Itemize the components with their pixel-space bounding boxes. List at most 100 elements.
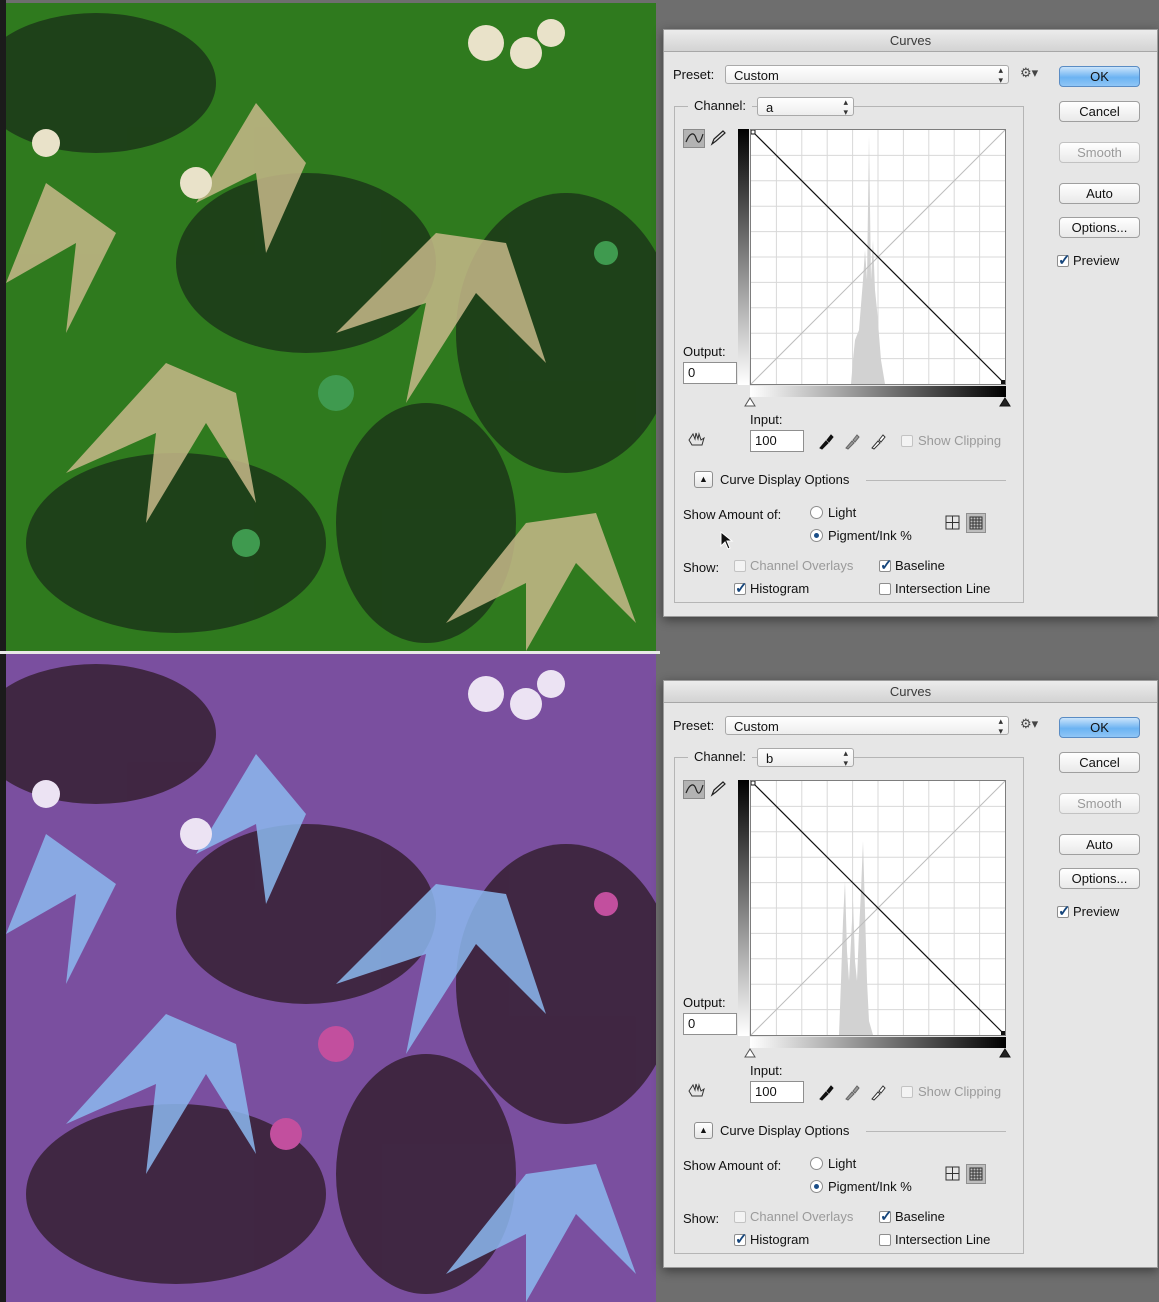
- histogram: [839, 841, 873, 1035]
- baseline-label: Baseline: [895, 1209, 945, 1224]
- preview-checkbox[interactable]: ✓: [1057, 903, 1071, 920]
- histogram-checkbox[interactable]: ✓: [734, 580, 748, 597]
- pencil-icon[interactable]: [708, 780, 730, 799]
- pigment-radio[interactable]: [810, 1180, 823, 1193]
- auto-button[interactable]: Auto: [1059, 183, 1140, 204]
- black-eyedropper-icon[interactable]: [817, 432, 835, 450]
- detailed-grid-icon[interactable]: [966, 1164, 986, 1184]
- white-point-slider[interactable]: [999, 397, 1011, 407]
- cancel-button[interactable]: Cancel: [1059, 101, 1140, 122]
- input-field[interactable]: 100: [750, 430, 804, 452]
- curves-dialog-top: Curves Preset: Custom ▴ ▾ ⚙▾ OK Cancel Sm…: [663, 29, 1158, 617]
- gear-icon[interactable]: ⚙▾: [1020, 716, 1038, 732]
- image-preview-bottom: [6, 654, 656, 1302]
- input-label: Input:: [750, 412, 783, 427]
- show-amount-label: Show Amount of:: [683, 1158, 782, 1173]
- light-label: Light: [828, 505, 857, 520]
- output-field[interactable]: 0: [683, 1013, 737, 1035]
- curve-tool-icon[interactable]: [683, 129, 705, 148]
- light-label: Light: [828, 1156, 857, 1171]
- preview-checkbox[interactable]: ✓: [1057, 252, 1071, 269]
- preset-label: Preset:: [673, 67, 715, 82]
- hand-target-icon[interactable]: [686, 430, 708, 448]
- channel-value: a: [766, 100, 774, 115]
- curve-display-options-label: Curve Display Options: [720, 1123, 850, 1138]
- channel-select[interactable]: b ▴ ▾: [757, 748, 854, 768]
- white-eyedropper-icon[interactable]: [869, 1083, 887, 1101]
- show-clipping-checkbox[interactable]: [901, 1086, 913, 1098]
- auto-button[interactable]: Auto: [1059, 834, 1140, 855]
- checkmark-icon: ✓: [880, 1208, 893, 1225]
- input-field[interactable]: 100: [750, 1081, 804, 1103]
- gray-eyedropper-icon[interactable]: [843, 432, 861, 450]
- gear-icon[interactable]: ⚙▾: [1020, 65, 1038, 81]
- curve-point[interactable]: [750, 780, 756, 786]
- show-clipping-label: Show Clipping: [918, 1084, 1002, 1099]
- light-radio[interactable]: [810, 506, 823, 519]
- black-point-slider[interactable]: [744, 1048, 756, 1058]
- input-gradient-bar: [750, 1037, 1006, 1048]
- channel-overlays-checkbox[interactable]: [734, 1211, 746, 1223]
- pigment-label: Pigment/Ink %: [828, 528, 912, 543]
- show-amount-label: Show Amount of:: [683, 507, 782, 522]
- curve-graph[interactable]: [750, 129, 1006, 385]
- histogram-label: Histogram: [750, 1232, 810, 1247]
- light-radio[interactable]: [810, 1157, 823, 1170]
- curve-point[interactable]: [1001, 380, 1005, 384]
- input-label: Input:: [750, 1063, 783, 1078]
- disclosure-triangle-icon[interactable]: ▲: [694, 471, 713, 488]
- checkmark-icon: ✓: [880, 557, 893, 574]
- black-point-slider[interactable]: [744, 397, 756, 407]
- checkmark-icon: ✓: [1058, 252, 1071, 269]
- channel-label: Channel:: [688, 98, 753, 113]
- white-eyedropper-icon[interactable]: [869, 432, 887, 450]
- output-gradient-bar: [738, 129, 749, 385]
- output-label: Output:: [683, 995, 726, 1010]
- cancel-button[interactable]: Cancel: [1059, 752, 1140, 773]
- simple-grid-icon[interactable]: [943, 1164, 963, 1184]
- baseline-checkbox[interactable]: ✓: [879, 1208, 893, 1225]
- ok-button[interactable]: OK: [1059, 66, 1140, 87]
- intersection-line-label: Intersection Line: [895, 581, 991, 596]
- preset-select[interactable]: Custom ▴ ▾: [725, 716, 1009, 736]
- gray-eyedropper-icon[interactable]: [843, 1083, 861, 1101]
- black-eyedropper-icon[interactable]: [817, 1083, 835, 1101]
- preset-value: Custom: [734, 68, 779, 83]
- smooth-button[interactable]: Smooth: [1059, 142, 1140, 163]
- ok-button[interactable]: OK: [1059, 717, 1140, 738]
- show-clipping-checkbox[interactable]: [901, 435, 913, 447]
- separator: [866, 480, 1006, 481]
- white-point-slider[interactable]: [999, 1048, 1011, 1058]
- preview-label: Preview: [1073, 253, 1120, 268]
- preset-select[interactable]: Custom ▴ ▾: [725, 65, 1009, 85]
- options-button[interactable]: Options...: [1059, 868, 1140, 889]
- curve-point[interactable]: [750, 129, 756, 135]
- input-gradient-bar: [750, 386, 1006, 397]
- curve-graph[interactable]: [750, 780, 1006, 1036]
- dialog-title: Curves: [664, 30, 1157, 52]
- intersection-line-checkbox[interactable]: [879, 1234, 891, 1246]
- channel-overlays-checkbox[interactable]: [734, 560, 746, 572]
- show-clipping-label: Show Clipping: [918, 433, 1002, 448]
- disclosure-triangle-icon[interactable]: ▲: [694, 1122, 713, 1139]
- pencil-icon[interactable]: [708, 129, 730, 148]
- curve-display-options-label: Curve Display Options: [720, 472, 850, 487]
- output-field[interactable]: 0: [683, 362, 737, 384]
- select-arrows-icon: ▴ ▾: [998, 65, 1003, 85]
- detailed-grid-icon[interactable]: [966, 513, 986, 533]
- intersection-line-checkbox[interactable]: [879, 583, 891, 595]
- baseline-label: Baseline: [895, 558, 945, 573]
- options-button[interactable]: Options...: [1059, 217, 1140, 238]
- pigment-radio[interactable]: [810, 529, 823, 542]
- histogram-label: Histogram: [750, 581, 810, 596]
- hand-target-icon[interactable]: [686, 1081, 708, 1099]
- channel-select[interactable]: a ▴ ▾: [757, 97, 854, 117]
- histogram-checkbox[interactable]: ✓: [734, 1231, 748, 1248]
- radio-dot-icon: [814, 533, 819, 538]
- curve-point[interactable]: [1001, 1031, 1005, 1035]
- curve-tool-icon[interactable]: [683, 780, 705, 799]
- simple-grid-icon[interactable]: [943, 513, 963, 533]
- smooth-button[interactable]: Smooth: [1059, 793, 1140, 814]
- baseline-checkbox[interactable]: ✓: [879, 557, 893, 574]
- channel-overlays-label: Channel Overlays: [750, 1209, 854, 1224]
